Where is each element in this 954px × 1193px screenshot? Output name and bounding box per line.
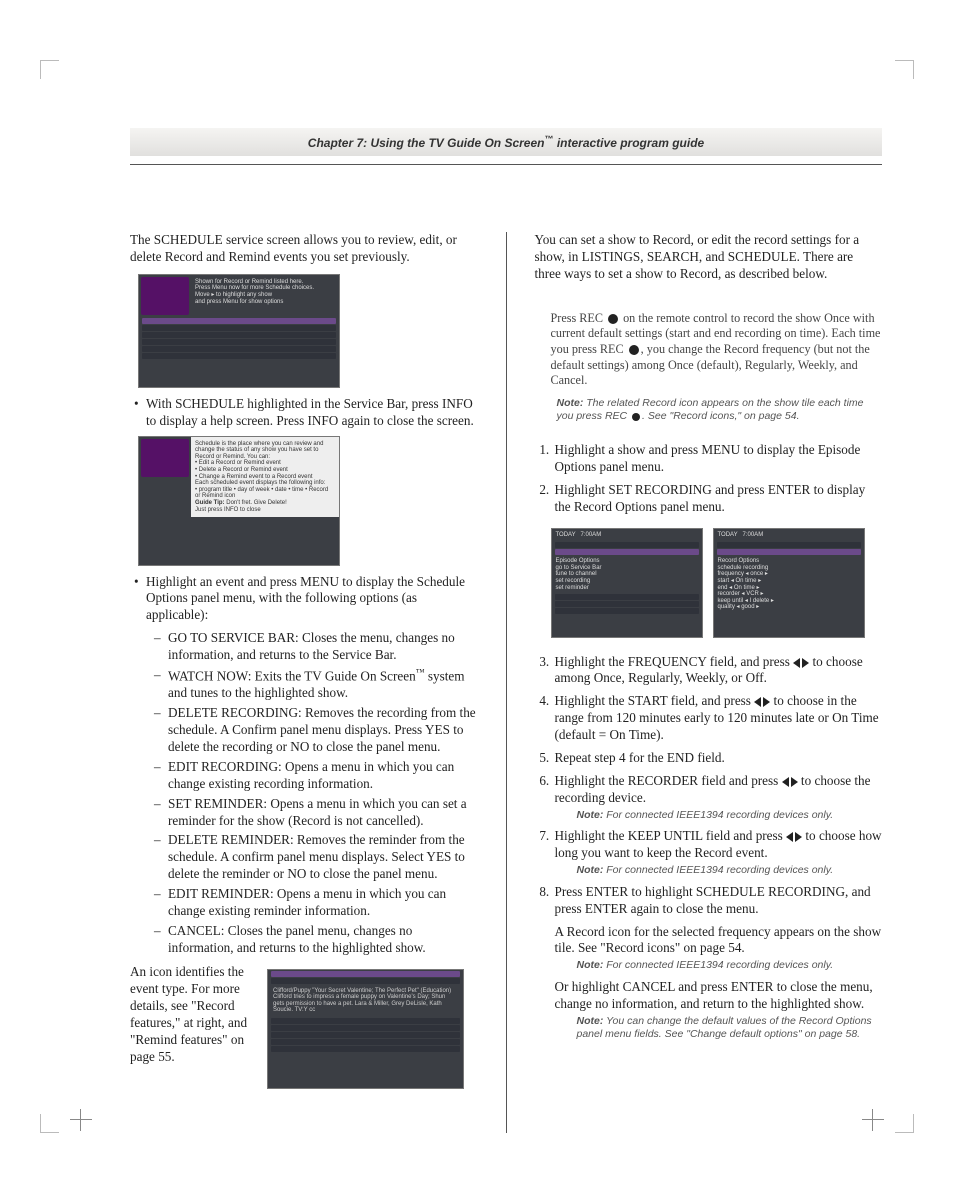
left-arrow-icon (793, 658, 800, 668)
content-columns: The SCHEDULE service screen allows you t… (130, 232, 882, 1133)
left-arrow-icon (782, 777, 789, 787)
crop-mark (40, 1114, 59, 1133)
chapter-suffix: interactive program guide (554, 136, 705, 150)
opt-watchnow: WATCH NOW: Exits the TV Guide On Screen™… (154, 667, 478, 702)
opt-delrem: DELETE REMINDER: Removes the reminder fr… (154, 832, 478, 883)
opt-editrem: EDIT REMINDER: Opens a menu in which you… (154, 886, 478, 920)
screenshot-icons: Clifford/Puppy "Your Secret Valentine; T… (267, 969, 464, 1089)
opt-cancel: CANCEL: Closes the panel menu, changes n… (154, 923, 478, 957)
method-a: Press REC on the remote control to recor… (535, 311, 883, 424)
step-1: Highlight a show and press MENU to displ… (553, 442, 883, 476)
rec-dot-icon (629, 345, 639, 355)
header-rule (130, 164, 882, 165)
chapter-title: Chapter 7: Using the TV Guide On Screen™… (130, 128, 882, 156)
left-column: The SCHEDULE service screen allows you t… (130, 232, 478, 1133)
right-column: You can set a show to Record, or edit th… (535, 232, 883, 1133)
opt-servicebar: GO TO SERVICE BAR: Closes the menu, chan… (154, 630, 478, 664)
column-divider (506, 232, 507, 1133)
screenshot-record-options: TODAY 7:00AM Record Optionsschedule reco… (713, 528, 865, 638)
crop-mark (40, 60, 59, 79)
bullet-menu: Highlight an event and press MENU to dis… (130, 574, 478, 625)
chapter-text: Chapter 7: Using the TV Guide On Screen (308, 136, 545, 150)
crop-mark (895, 60, 914, 79)
opt-setrem: SET REMINDER: Opens a menu in which you … (154, 796, 478, 830)
note-8b: Note: You can change the default values … (577, 1015, 883, 1042)
right-arrow-icon (791, 777, 798, 787)
opt-editrec: EDIT RECORDING: Opens a menu in which yo… (154, 759, 478, 793)
note-7: Note: For connected IEEE1394 recording d… (577, 864, 883, 878)
note-a: Note: The related Record icon appears on… (557, 397, 883, 424)
step-8: Press ENTER to highlight SCHEDULE RECORD… (553, 884, 883, 1042)
step-2: Highlight SET RECORDING and press ENTER … (553, 482, 883, 516)
trademark: ™ (545, 134, 554, 144)
rec-dot-icon (632, 413, 640, 421)
left-arrow-icon (754, 697, 761, 707)
screenshot-episode-options: TODAY 7:00AM Episode Optionsgo to Servic… (551, 528, 703, 638)
rec-dot-icon (608, 314, 618, 324)
right-intro: You can set a show to Record, or edit th… (535, 232, 883, 283)
method-b: Highlight a show and press MENU to displ… (535, 442, 883, 1042)
step-5: Repeat step 4 for the END field. (553, 750, 883, 767)
step-4: Highlight the START field, and press to … (553, 693, 883, 744)
screenshot-schedule: Shown for Record or Remind listed here.P… (138, 274, 340, 388)
register-mark (70, 1109, 92, 1131)
step-6: Highlight the RECORDER field and press t… (553, 773, 883, 822)
step-3: Highlight the FREQUENCY field, and press… (553, 654, 883, 688)
left-arrow-icon (786, 832, 793, 842)
icon-caption: An icon identifies the event type. For m… (130, 963, 255, 1066)
page-header: Chapter 7: Using the TV Guide On Screen™… (130, 128, 882, 165)
intro-text: The SCHEDULE service screen allows you t… (130, 232, 478, 266)
opt-delrec: DELETE RECORDING: Removes the recording … (154, 705, 478, 756)
screenshot-help: Schedule is the place where you can revi… (138, 436, 340, 566)
step-7: Highlight the KEEP UNTIL field and press… (553, 828, 883, 877)
crop-mark (895, 1114, 914, 1133)
note-8a: Note: For connected IEEE1394 recording d… (577, 959, 883, 973)
bullet-info: With SCHEDULE highlighted in the Service… (130, 396, 478, 430)
note-6: Note: For connected IEEE1394 recording d… (577, 809, 883, 823)
